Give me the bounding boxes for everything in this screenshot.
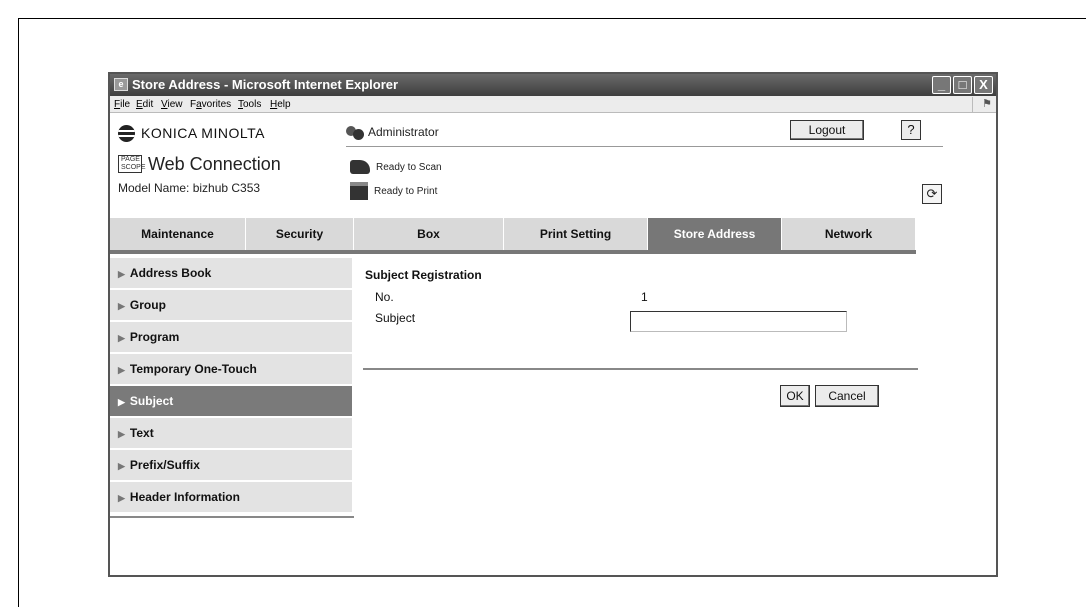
tab-box[interactable]: Box [354, 218, 504, 250]
triangle-right-icon: ▶ [118, 397, 125, 407]
tab-network[interactable]: Network [782, 218, 916, 250]
sidebar-bottom-divider [110, 516, 354, 518]
main-tabs: Maintenance Security Box Print Setting S… [110, 218, 916, 254]
sidebar-item-temporary-one-touch[interactable]: ▶ Temporary One-Touch [110, 354, 352, 384]
sidebar-item-header-information[interactable]: ▶ Header Information [110, 482, 352, 512]
sidebar-item-prefix-suffix[interactable]: ▶ Prefix/Suffix [110, 450, 352, 480]
administrator-users-icon [346, 124, 364, 140]
brand-name: KONICA MINOLTA [141, 125, 265, 141]
help-button[interactable]: ? [901, 120, 921, 140]
cancel-button[interactable]: Cancel [815, 385, 879, 407]
window-titlebar[interactable]: e Store Address - Microsoft Internet Exp… [110, 74, 996, 96]
tab-security[interactable]: Security [246, 218, 354, 250]
printer-icon [350, 182, 368, 200]
close-button[interactable]: X [974, 76, 993, 94]
menu-favorites[interactable]: Favorites [190, 96, 231, 113]
konica-minolta-globe-icon [118, 124, 135, 142]
maximize-button[interactable]: □ [953, 76, 972, 94]
window-title: Store Address - Microsoft Internet Explo… [132, 77, 399, 92]
sidebar-item-subject[interactable]: ▶ Subject [110, 386, 352, 416]
form-divider [363, 368, 918, 370]
ie-page-icon: e [114, 78, 128, 91]
subject-input[interactable] [630, 311, 847, 332]
logout-button[interactable]: Logout [790, 120, 864, 140]
tab-print-setting[interactable]: Print Setting [504, 218, 648, 250]
sidebar-item-program[interactable]: ▶ Program [110, 322, 352, 352]
sidebar-item-text[interactable]: ▶ Text [110, 418, 352, 448]
triangle-right-icon: ▶ [118, 301, 125, 311]
triangle-right-icon: ▶ [118, 269, 125, 279]
model-name: Model Name: bizhub C353 [118, 181, 261, 195]
tab-underline [110, 250, 916, 254]
menubar: File Edit View Favorites Tools Help ⚑ [110, 96, 996, 113]
pagescope-logo-icon: PAGE SCOPE [118, 155, 146, 173]
tab-store-address[interactable]: Store Address [648, 218, 782, 254]
print-status: Ready to Print [350, 182, 437, 200]
scan-status: Ready to Scan [350, 160, 442, 174]
triangle-right-icon: ▶ [118, 365, 125, 375]
menu-help[interactable]: Help [270, 96, 291, 113]
triangle-right-icon: ▶ [118, 429, 125, 439]
brand-logo: KONICA MINOLTA [118, 122, 265, 144]
no-label: No. [375, 290, 394, 304]
menu-view[interactable]: View [161, 96, 183, 113]
scan-status-text: Ready to Scan [376, 161, 442, 173]
refresh-icon[interactable]: ⟳ [922, 184, 942, 204]
sidebar-item-group[interactable]: ▶ Group [110, 290, 352, 320]
no-value: 1 [641, 290, 648, 304]
pagescope-logo: PAGE SCOPE Web Connection [118, 154, 281, 174]
triangle-right-icon: ▶ [118, 493, 125, 503]
print-status-text: Ready to Print [374, 185, 438, 197]
triangle-right-icon: ▶ [118, 333, 125, 343]
menu-edit[interactable]: Edit [136, 96, 153, 113]
page-content: KONICA MINOLTA PAGE SCOPE Web Connection… [110, 114, 996, 575]
current-user: Administrator [346, 122, 439, 142]
user-name: Administrator [368, 125, 439, 139]
windows-logo-icon: ⚑ [972, 97, 992, 112]
ok-button[interactable]: OK [780, 385, 810, 407]
scanner-icon [350, 160, 370, 174]
browser-window: e Store Address - Microsoft Internet Exp… [108, 72, 998, 577]
header-divider [346, 146, 943, 147]
sidebar-item-address-book[interactable]: ▶ Address Book [110, 258, 352, 288]
menu-tools[interactable]: Tools [238, 96, 261, 113]
minimize-button[interactable]: _ [932, 76, 951, 94]
subject-label: Subject [375, 311, 416, 325]
tab-maintenance[interactable]: Maintenance [110, 218, 246, 250]
product-name: Web Connection [148, 153, 281, 174]
triangle-right-icon: ▶ [118, 461, 125, 471]
menu-file[interactable]: File [114, 96, 130, 113]
page-title: Subject Registration [365, 268, 482, 282]
